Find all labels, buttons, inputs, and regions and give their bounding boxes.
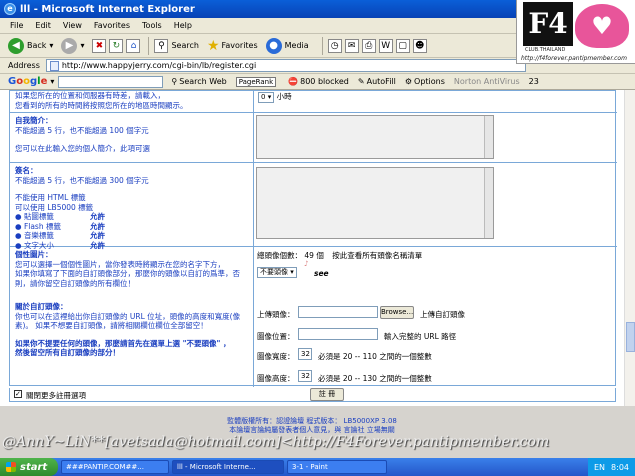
search-icon: ⚲ [171, 77, 178, 86]
status-area: 監體版權所有：認證論壇 程式版本： LB5000XP 3.08 本論壇言論純屬發… [0, 406, 635, 458]
ie-icon: e [4, 3, 16, 15]
taskbar: start ###PANTIP.COM##... lll - Microsoft… [0, 458, 635, 476]
toolbar-separator [321, 36, 323, 55]
search-web-button[interactable]: ⚲ Search Web [171, 77, 226, 86]
stop-icon[interactable]: ✖ [92, 38, 107, 53]
popup-blocker[interactable]: ⛔ 800 blocked [288, 77, 349, 86]
pagerank-indicator: PageRank [235, 76, 279, 87]
view-all-avatars-link[interactable]: 按此查看所有頭像名稱清單 [332, 251, 422, 260]
refresh-icon[interactable]: ↻ [109, 38, 124, 53]
windows-flag-icon [6, 462, 16, 472]
page-icon [49, 60, 59, 71]
timezone-row: 如果您所在的位置和伺服器有時差，請載入， 您看到的所有的時間將按照您所在的地區時… [10, 91, 617, 113]
f4-logo: F4 ♥ CLUB.THAILAND http://f4forever.pant… [516, 0, 635, 64]
media-button[interactable]: ● Media [265, 37, 309, 54]
norton-antivirus[interactable]: Norton AntiVirus [454, 77, 520, 86]
star-icon: ★ [206, 37, 220, 54]
logo-f4: F4 [523, 2, 573, 46]
window-title: lll - Microsoft Internet Explorer [20, 3, 195, 15]
mail-icon[interactable]: ✉ [344, 38, 359, 53]
more-options-label: 關閉更多註冊選項 [26, 391, 86, 400]
options-button[interactable]: ⚙ Options [405, 77, 445, 86]
task-pantip[interactable]: ###PANTIP.COM##... [61, 460, 169, 474]
signature-row: 簽名： 不能超過 5 行，也不能超過 300 個字元 不能使用 HTML 標籤 … [10, 163, 617, 250]
home-icon[interactable]: ⌂ [126, 38, 141, 53]
favorites-button[interactable]: ★ Favorites [207, 38, 258, 54]
chevron-down-icon: ▾ [49, 41, 54, 50]
menu-edit[interactable]: Edit [35, 21, 51, 30]
language-indicator[interactable]: EN [594, 463, 605, 472]
edit-icon[interactable]: W [378, 38, 393, 53]
timezone-select[interactable]: 0 ▾ [258, 92, 275, 103]
avatar-row: 個性圖片： 您可以選擇一個個性圖片，當你發表時將顯示在您的名字下方， 如果你填寫… [10, 247, 617, 387]
task-paint[interactable]: 3-1 - Paint [287, 460, 387, 474]
intro-textarea[interactable] [256, 115, 494, 159]
block-icon: ⛔ [288, 77, 299, 86]
search-button[interactable]: ⚲ Search [154, 38, 199, 53]
start-button[interactable]: start [0, 458, 58, 476]
page-content: 如果您所在的位置和伺服器有時差，請載入， 您看到的所有的時間將按照您所在的地區時… [0, 90, 624, 406]
google-toolbar: Google ▾ ⚲ Search Web PageRank ⛔ 800 blo… [0, 74, 635, 90]
upload-file-input[interactable] [298, 306, 378, 318]
menu-tools[interactable]: Tools [142, 21, 162, 30]
toolbar-separator [148, 36, 150, 55]
options-icon: ⚙ [404, 77, 413, 86]
avatar-url-input[interactable] [298, 328, 378, 340]
history-icon[interactable]: ◷ [327, 38, 342, 53]
forward-arrow-icon: ▶ [61, 37, 78, 54]
avatar-preview-caption: see [314, 269, 329, 278]
register-form: 如果您所在的位置和伺服器有時差，請載入， 您看到的所有的時間將按照您所在的地區時… [9, 90, 617, 387]
clock: 8:04 [611, 462, 629, 472]
more-options-checkbox[interactable]: ✓ [14, 390, 22, 398]
autofill-icon: ✎ [357, 77, 365, 86]
menu-file[interactable]: File [10, 21, 23, 30]
counter: 23 [528, 77, 539, 86]
autofill-button[interactable]: ✎ AutoFill [358, 77, 396, 86]
address-input[interactable]: http://www.happyjerry.com/cgi-bin/lb/reg… [45, 59, 526, 72]
back-arrow-icon: ◀ [8, 37, 24, 54]
avatar-height-input[interactable]: 32 [298, 370, 312, 382]
discuss-icon[interactable]: ▢ [395, 38, 410, 53]
chevron-down-icon: ▾ [80, 41, 85, 50]
signature-textarea[interactable] [256, 167, 494, 239]
system-tray: EN 8:04 [587, 458, 635, 476]
heart-icon: ♥ [575, 4, 629, 48]
menu-view[interactable]: View [63, 21, 82, 30]
sig-tag-list: ● 貼圖標籤 允許 ● Flash 標籤 允許 ● 音樂標籤 允許 ● 文字大小 允許 [15, 212, 105, 250]
vertical-scrollbar[interactable] [624, 90, 635, 406]
browse-button[interactable]: Browse... [380, 306, 414, 319]
chevron-down-icon[interactable]: ▾ [50, 77, 54, 86]
footer: 監體版權所有：認證論壇 程式版本： LB5000XP 3.08 本論壇言論純屬發… [227, 417, 397, 434]
intro-row: 自我簡介： 不能超過 5 行，也不能超過 100 個字元 您可以在此輸入您的個人… [10, 113, 617, 163]
menu-favorites[interactable]: Favorites [94, 21, 130, 30]
logo-subtitle: CLUB.THAILAND [525, 47, 566, 53]
back-button[interactable]: ◀ Back ▾ [8, 37, 54, 54]
forward-button[interactable]: ▶ ▾ [61, 37, 85, 54]
register-button[interactable]: 註 冊 [310, 388, 344, 401]
address-label: Address [8, 61, 40, 70]
menu-help[interactable]: Help [174, 21, 192, 30]
watermark-text: @AnnY~LiN**[avetsada@hotmail.com]<http:/… [2, 434, 550, 450]
media-icon: ● [265, 37, 282, 54]
google-logo: Google [8, 76, 48, 87]
print-icon[interactable]: ⎙ [361, 38, 376, 53]
avatar-select[interactable]: 不要頭像 ▾ [257, 267, 297, 278]
search-icon: ⚲ [154, 38, 169, 53]
task-ie[interactable]: lll - Microsoft Interne... [172, 460, 284, 474]
google-search-input[interactable] [58, 75, 164, 88]
logo-url: http://f4forever.pantipmember.com [521, 55, 627, 62]
options-bar: ✓ 關閉更多註冊選項 註 冊 [9, 388, 616, 402]
messenger-icon[interactable]: ☻ [412, 38, 427, 53]
avatar-width-input[interactable]: 32 [298, 348, 312, 360]
avatar-preview-icon: ♪ [304, 259, 309, 268]
